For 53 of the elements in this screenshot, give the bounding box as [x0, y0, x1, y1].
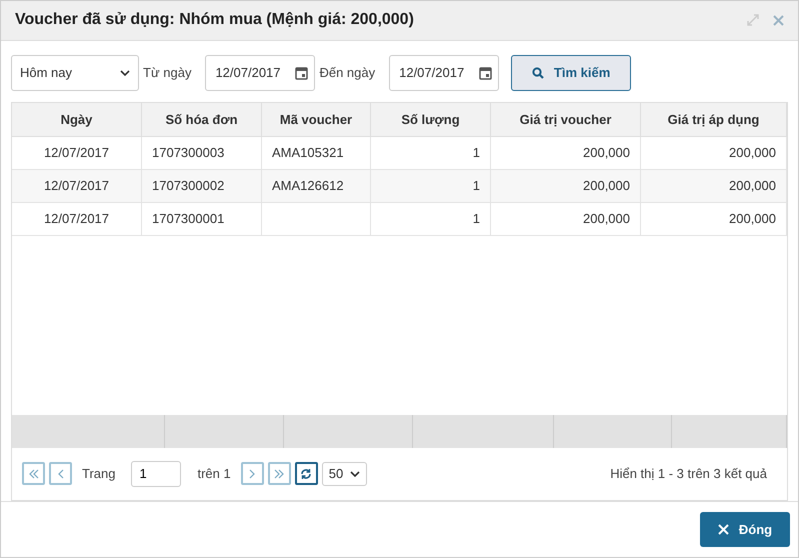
- previous-page-button[interactable]: [49, 462, 72, 486]
- page-input[interactable]: 1: [131, 460, 182, 487]
- window-title: Voucher đã sử dụng: Nhóm mua (Mệnh giá: 200,000): [15, 11, 415, 30]
- table-cell: 200,000: [491, 170, 641, 203]
- to-date-field[interactable]: 12/07/2017: [389, 54, 500, 91]
- to-date-label: Đến ngày: [319, 65, 376, 80]
- expand-icon[interactable]: [747, 14, 759, 26]
- column-header[interactable]: Giá trị voucher: [491, 102, 641, 137]
- table-cell: 1: [371, 202, 491, 236]
- close-icon[interactable]: [773, 14, 784, 26]
- result-summary: Hiển thị 1 - 3 trên 3 kết quả: [610, 466, 767, 482]
- page-label: Trang: [82, 466, 116, 482]
- next-page-button[interactable]: [240, 462, 264, 486]
- from-date-label: Từ ngày: [143, 65, 192, 80]
- column-header[interactable]: Số hóa đơn: [142, 102, 262, 137]
- column-header[interactable]: Giá trị áp dụng: [641, 102, 787, 137]
- page-size-dropdown[interactable]: 50: [322, 462, 367, 486]
- table-cell: 1707300002: [142, 170, 262, 203]
- refresh-button[interactable]: [294, 462, 318, 486]
- calendar-icon: [479, 66, 492, 80]
- table-cell: 200,000: [491, 136, 641, 170]
- table-cell: AMA105321: [262, 136, 371, 170]
- chevron-down-icon: [120, 70, 130, 76]
- table-cell: 1: [371, 136, 491, 170]
- table-cell: 12/07/2017: [12, 202, 142, 236]
- table-cell: 200,000: [491, 202, 641, 236]
- close-button[interactable]: Đóng: [700, 512, 790, 547]
- column-header[interactable]: Ngày: [12, 102, 142, 137]
- chevron-left-icon: [56, 468, 66, 479]
- refresh-icon: [300, 468, 312, 480]
- close-icon: [718, 524, 729, 535]
- table-cell: 12/07/2017: [12, 170, 142, 203]
- search-button[interactable]: Tìm kiếm: [511, 54, 632, 91]
- table-cell: 200,000: [641, 136, 787, 170]
- search-icon: [532, 66, 544, 79]
- chevron-down-icon: [350, 470, 360, 477]
- period-dropdown[interactable]: Hôm nay: [11, 54, 139, 91]
- double-chevron-right-icon: [274, 468, 284, 479]
- table-cell: 12/07/2017: [12, 136, 142, 170]
- table-cell: 200,000: [641, 202, 787, 236]
- chevron-right-icon: [247, 468, 258, 479]
- table-cell: 1707300003: [142, 136, 262, 170]
- double-chevron-left-icon: [28, 468, 38, 479]
- first-page-button[interactable]: [22, 462, 45, 486]
- table-cell: 200,000: [641, 170, 787, 203]
- column-header[interactable]: Số lượng: [371, 102, 491, 137]
- column-header[interactable]: Mã voucher: [262, 102, 371, 137]
- table-cell: 1707300001: [142, 202, 262, 236]
- from-date-field[interactable]: 12/07/2017: [205, 54, 316, 91]
- page-total-label: trên 1: [197, 466, 231, 482]
- table-cell: AMA126612: [262, 170, 371, 203]
- table-cell: 1: [371, 170, 491, 203]
- calendar-icon: [295, 66, 308, 80]
